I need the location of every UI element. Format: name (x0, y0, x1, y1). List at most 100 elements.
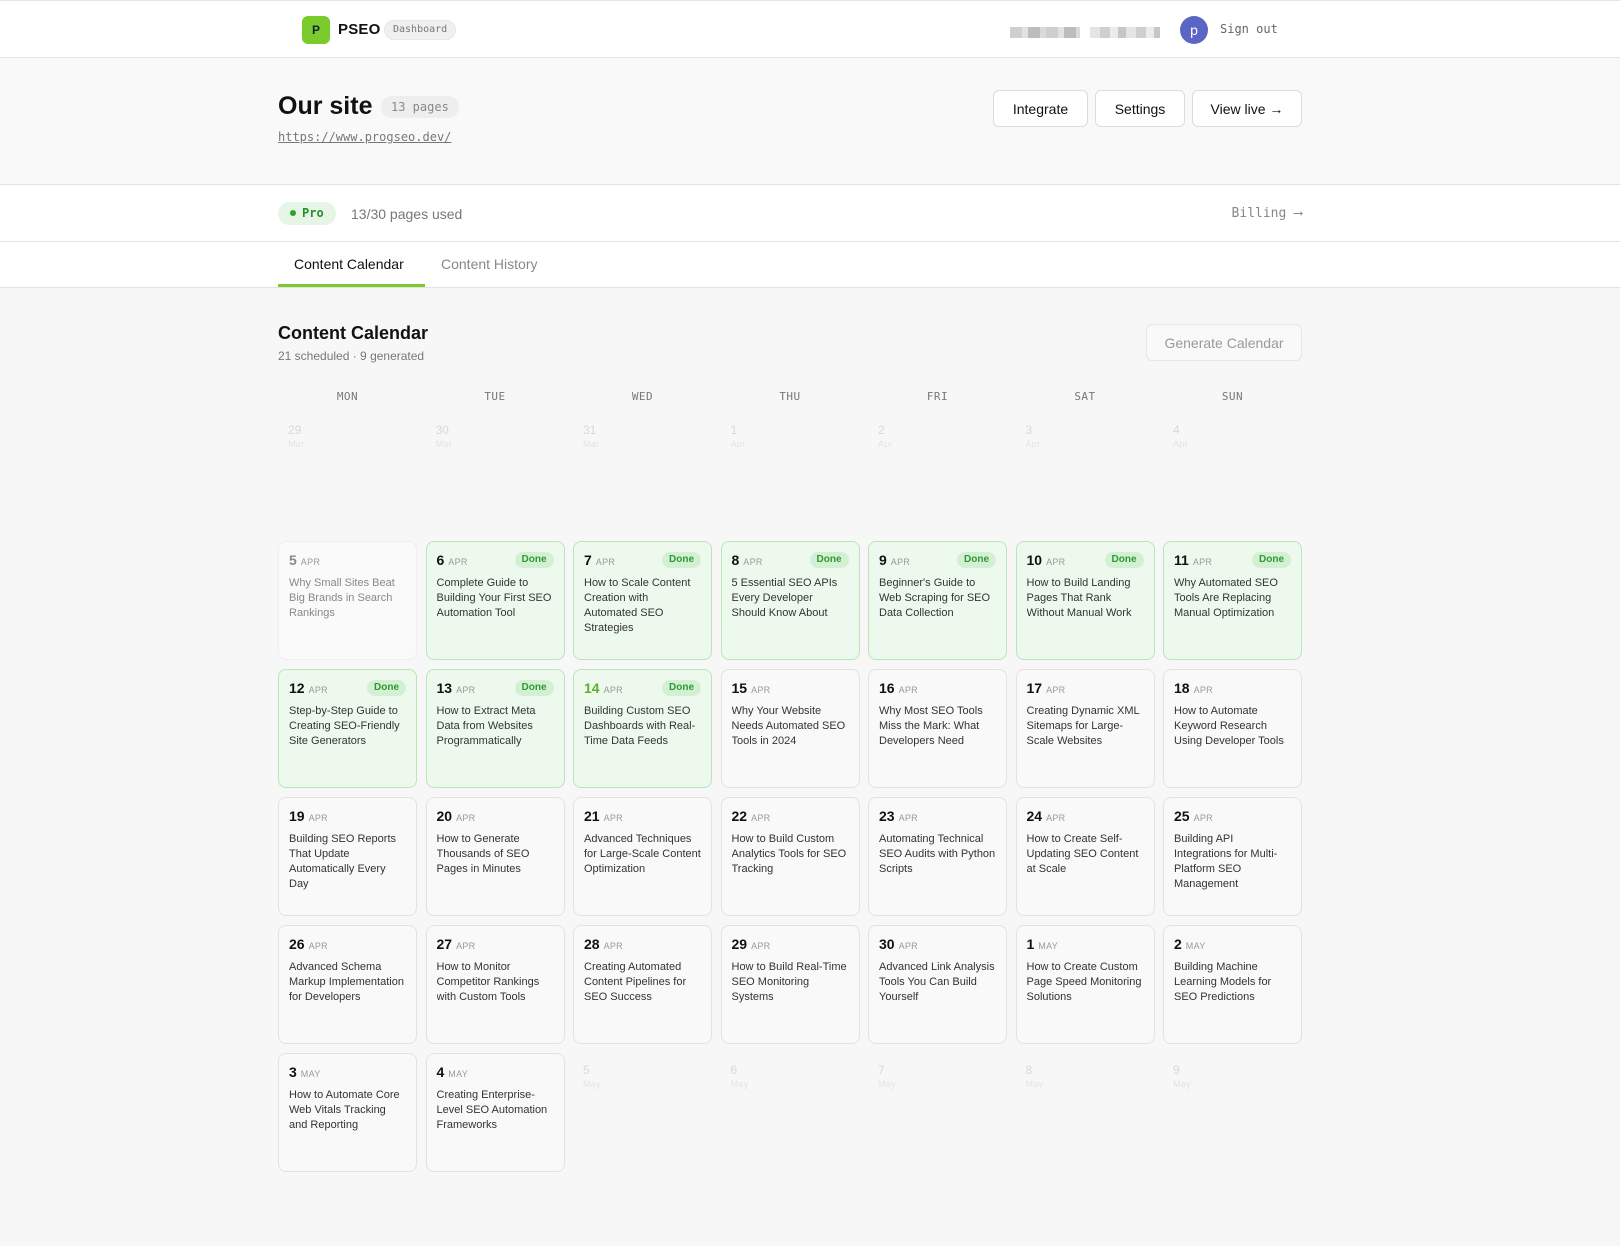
site-url-link[interactable]: https://www.progseo.dev/ (278, 130, 451, 144)
settings-button[interactable]: Settings (1095, 90, 1185, 127)
day-number: 8 (1025, 1063, 1033, 1077)
day-number: 3 (289, 1064, 297, 1080)
billing-link[interactable]: Billing ⟶ (1232, 206, 1302, 221)
post-title: Why Your Website Needs Automated SEO Too… (731, 705, 846, 747)
day-header: 6 APR Done (437, 552, 554, 570)
day-number: 25 (1174, 808, 1190, 824)
day-number: 23 (879, 808, 895, 824)
calendar-day-cell[interactable]: 22 APR How to Build Custom Analytics Tools… (720, 797, 860, 916)
day-month: MAY (300, 1069, 321, 1079)
tab-content-history[interactable]: Content History (441, 256, 537, 272)
day-month: May (1173, 1079, 1191, 1089)
post-title: How to Build Custom Analytics Tools for … (731, 833, 847, 875)
calendar-day-cell[interactable]: 25 APR Building API Integrations for Multi… (1163, 797, 1302, 916)
day-header: 9 APR Done (879, 552, 996, 570)
post-title: How to Scale Content Creation with Autom… (584, 577, 691, 634)
calendar-day-cell[interactable]: 15 APR Why Your Website Needs Automated SE… (720, 669, 860, 788)
page-title: Our site (278, 92, 373, 120)
post-title: Advanced Techniques for Large-Scale Cont… (584, 833, 701, 875)
post-title: Step-by-Step Guide to Creating SEO-Frien… (289, 705, 400, 747)
done-badge: Done (662, 680, 701, 696)
calendar-day-cell[interactable]: 14 APR Done Building Custom SEO Dashboards … (573, 669, 712, 788)
day-month: Mar (583, 439, 600, 449)
done-badge: Done (957, 552, 996, 568)
day-month: Mar (435, 439, 452, 449)
calendar-day-cell[interactable]: 23 APR Automating Technical SEO Audits wit… (868, 797, 1007, 916)
day-header: 30 Mar (436, 423, 555, 449)
sign-out-button[interactable]: Sign out (1220, 22, 1278, 36)
day-header: 31 Mar (583, 423, 702, 449)
day-month: APR (751, 941, 771, 951)
calendar-day-cell[interactable]: 18 APR How to Automate Keyword Research Us… (1163, 669, 1302, 788)
day-number: 20 (436, 808, 453, 824)
calendar-day-cell[interactable]: 17 APR Creating Dynamic XML Sitemaps for L… (1015, 669, 1155, 788)
calendar-day-cell: 7 May (868, 1053, 1007, 1172)
calendar-day-cell[interactable]: 7 APR Done How to Scale Content Creation wi… (573, 541, 712, 660)
day-month: Mar (288, 439, 305, 449)
day-header: 2 MAY (1174, 936, 1291, 954)
calendar-grid: 29 Mar 30 Mar 31 Mar 1 Apr 2 Apr 3 Apr 4 Apr 5 APR Why S… (278, 413, 1302, 1173)
calendar-day-cell[interactable]: 12 APR Done Step-by-Step Guide to Creating … (278, 669, 417, 788)
calendar-day-cell[interactable]: 10 APR Done How to Build Landing Pages That… (1015, 541, 1155, 660)
brand-name[interactable]: PSEO (338, 21, 380, 38)
calendar-day-cell[interactable]: 30 APR Advanced Link Analysis Tools You Ca… (868, 925, 1007, 1044)
generate-calendar-button[interactable]: Generate Calendar (1146, 324, 1302, 361)
day-month: APR (1193, 813, 1213, 823)
day-number: 7 (584, 552, 592, 568)
day-number: 10 (1026, 552, 1043, 568)
tab-bar: Content Calendar Content History (0, 242, 1620, 288)
calendar-day-cell[interactable]: 1 MAY How to Create Custom Page Speed Moni… (1015, 925, 1155, 1044)
weekday-header: MON TUE WED THU FRI SAT SUN (278, 390, 1302, 404)
calendar-day-cell[interactable]: 3 MAY How to Automate Core Web Vitals Trac… (278, 1053, 417, 1172)
weekday-tue: TUE (484, 390, 506, 403)
day-month: APR (1192, 557, 1213, 567)
day-month: Apr (878, 439, 893, 449)
day-header: 5 May (583, 1063, 702, 1089)
calendar-day-cell[interactable]: 20 APR How to Generate Thousands of SEO Pa… (425, 797, 565, 916)
day-month: APR (448, 557, 468, 567)
calendar-day-cell: 2 Apr (868, 413, 1007, 532)
calendar-day-cell[interactable]: 26 APR Advanced Schema Markup Implementati… (278, 925, 417, 1044)
day-header: 7 APR Done (584, 552, 701, 570)
post-title: Building Machine Learning Models for SEO… (1174, 961, 1272, 1003)
calendar-day-cell[interactable]: 27 APR How to Monitor Competitor Rankings … (425, 925, 565, 1044)
calendar-day-cell[interactable]: 24 APR How to Create Self-Updating SEO Con… (1015, 797, 1155, 916)
calendar-day-cell[interactable]: 28 APR Creating Automated Content Pipeline… (573, 925, 712, 1044)
day-number: 14 (584, 680, 600, 696)
calendar-day-cell[interactable]: 29 APR How to Build Real-Time SEO Monitori… (720, 925, 860, 1044)
post-title: Beginner's Guide to Web Scraping for SEO… (879, 577, 991, 619)
calendar-day-cell[interactable]: 2 MAY Building Machine Learning Models for… (1163, 925, 1302, 1044)
calendar-day-cell[interactable]: 16 APR Why Most SEO Tools Miss the Mark: W… (868, 669, 1007, 788)
day-header: 6 May (731, 1063, 850, 1089)
view-live-button[interactable]: View live → (1192, 90, 1302, 127)
day-month: APR (898, 941, 918, 951)
calendar-day-cell[interactable]: 8 APR Done 5 Essential SEO APIs Every Devel… (720, 541, 860, 660)
day-number: 9 (1173, 1063, 1180, 1077)
day-header: 18 APR (1174, 680, 1291, 698)
day-number: 4 (436, 1064, 445, 1080)
day-header: 29 APR (732, 936, 849, 954)
calendar-day-cell[interactable]: 19 APR Building SEO Reports That Update Au… (278, 797, 417, 916)
calendar-day-cell[interactable]: 9 APR Done Beginner's Guide to Web Scraping… (868, 541, 1007, 660)
calendar-day-cell: 9 May (1163, 1053, 1302, 1172)
weekday-mon: MON (336, 390, 359, 403)
day-header: 4 Apr (1173, 423, 1292, 449)
day-month: APR (308, 813, 328, 823)
day-number: 6 (436, 552, 445, 568)
day-month: APR (308, 941, 328, 951)
calendar-day-cell[interactable]: 4 MAY Creating Enterprise-Level SEO Automa… (425, 1053, 565, 1172)
avatar[interactable]: p (1180, 16, 1208, 44)
calendar-day-cell[interactable]: 21 APR Advanced Techniques for Large-Scale… (573, 797, 712, 916)
calendar-day-cell[interactable]: 6 APR Done Complete Guide to Building Your … (425, 541, 565, 660)
logo-letter: P (311, 23, 320, 37)
calendar-day-cell[interactable]: 11 APR Done Why Automated SEO Tools Are Rep… (1163, 541, 1302, 660)
calendar-day-cell: 3 Apr (1016, 413, 1155, 532)
logo-icon[interactable]: P (302, 16, 330, 44)
tab-content-calendar[interactable]: Content Calendar (294, 256, 404, 272)
calendar-day-cell: 4 Apr (1163, 413, 1302, 532)
calendar-day-cell[interactable]: 5 APR Why Small Sites Beat Big Brands in S… (278, 541, 417, 660)
post-title: Why Automated SEO Tools Are Replacing Ma… (1174, 577, 1278, 619)
post-title: How to Monitor Competitor Rankings with … (436, 961, 540, 1003)
integrate-button[interactable]: Integrate (993, 90, 1088, 127)
calendar-day-cell[interactable]: 13 APR Done How to Extract Meta Data from W… (425, 669, 565, 788)
